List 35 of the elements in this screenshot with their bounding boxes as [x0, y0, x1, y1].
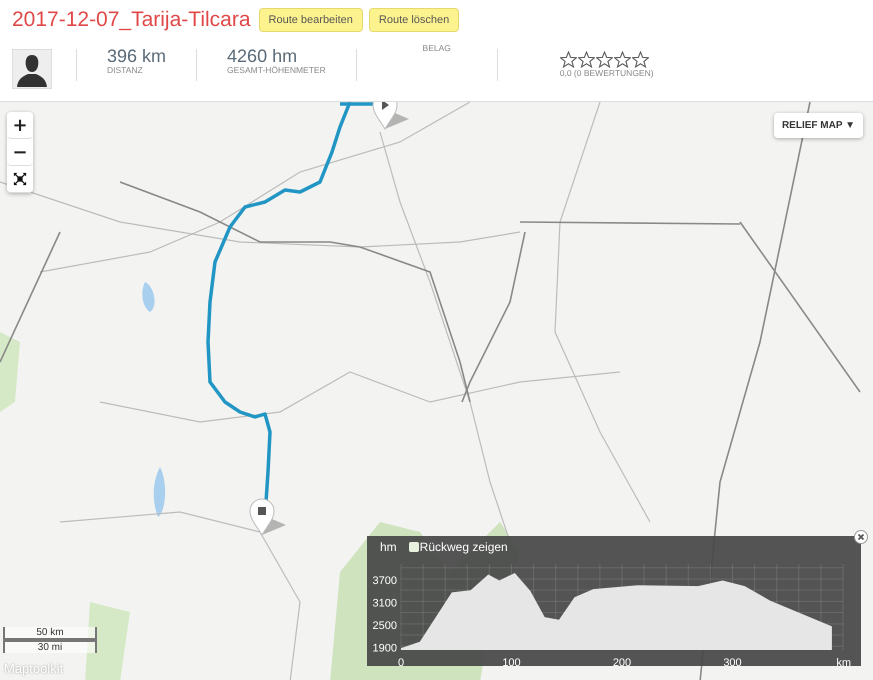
zoom-button[interactable]: − [7, 139, 33, 166]
y-tick-label: 3700 [372, 574, 397, 587]
y-tick-label: 2500 [372, 620, 397, 632]
x-tick-label: 200 [612, 657, 632, 669]
y-axis-label: hm [380, 540, 397, 554]
map-pin-icon[interactable] [248, 497, 288, 537]
x-tick-label: 0 [398, 657, 404, 669]
x-tick-label: 100 [502, 657, 521, 669]
zoom-button[interactable]: + [7, 112, 33, 139]
map-layer-dropdown[interactable]: RELIEF MAP ▼ [774, 113, 863, 138]
stat-label: GESAMT-HÖHENMETER [227, 65, 326, 75]
y-tick-label: 3100 [372, 597, 397, 610]
y-tick-label: 1900 [372, 642, 397, 654]
star-icon[interactable] [596, 51, 613, 68]
scale-bar: 30 mi [3, 640, 97, 653]
star-icon[interactable] [578, 51, 595, 68]
star-icon[interactable] [614, 51, 631, 68]
star-icon[interactable] [632, 51, 649, 68]
rating-text: 0,0 (0 BEWERTUNGEN) [560, 68, 654, 78]
map-pin-icon[interactable] [371, 102, 411, 131]
stat-value: 4260 hm [227, 47, 298, 65]
x-axis-label: km [836, 657, 851, 669]
return-route-checkbox[interactable]: Rückweg zeigen [408, 540, 508, 554]
stat-value: 396 km [107, 47, 166, 65]
route-button[interactable]: Route bearbeiten [258, 8, 363, 32]
scale-bar: 50 km [3, 627, 97, 640]
star-icon[interactable] [560, 51, 577, 68]
x-tick-label: 300 [723, 657, 742, 669]
stat-label: DISTANZ [107, 65, 144, 75]
avatar-icon [12, 49, 52, 89]
fullscreen-button[interactable] [7, 166, 33, 193]
route-button[interactable]: Route löschen [368, 8, 460, 32]
stat-label: BELAG [422, 43, 451, 53]
route-title: 2017-12-07_Tarija-Tilcara [12, 8, 251, 32]
fullscreen-icon [13, 172, 27, 186]
